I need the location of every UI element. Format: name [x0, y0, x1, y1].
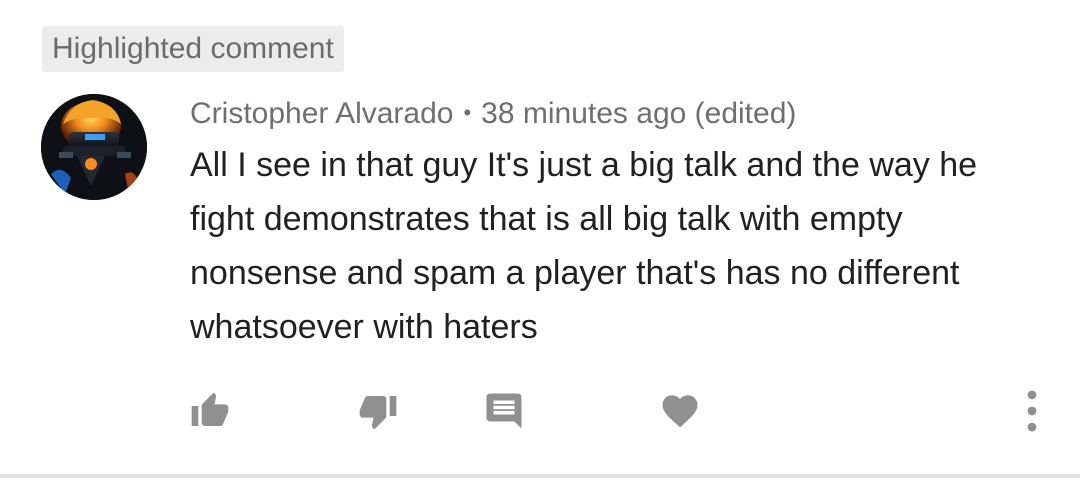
heart-button[interactable]	[656, 386, 704, 436]
dislike-button[interactable]	[354, 386, 402, 436]
divider	[0, 474, 1080, 478]
thumbs-down-icon	[359, 396, 397, 430]
more-options-button[interactable]	[1008, 386, 1056, 436]
avatar[interactable]	[41, 94, 147, 200]
comment-timestamp: 38 minutes ago (edited)	[481, 97, 797, 130]
meta-separator: •	[463, 100, 472, 125]
comment-meta: Cristopher Alvarado • 38 minutes ago (edit…	[190, 92, 796, 134]
more-vertical-icon	[1027, 390, 1037, 432]
heart-icon	[662, 395, 698, 428]
author-name[interactable]: Cristopher Alvarado	[190, 97, 453, 130]
thumbs-up-icon	[191, 392, 229, 426]
avatar-image	[41, 94, 147, 200]
like-button[interactable]	[186, 386, 234, 436]
comment-text: All I see in that guy It's just a big ta…	[190, 146, 978, 346]
comment-icon	[486, 393, 522, 429]
highlighted-comment-badge: Highlighted comment	[42, 26, 344, 72]
reply-button[interactable]	[480, 386, 528, 436]
